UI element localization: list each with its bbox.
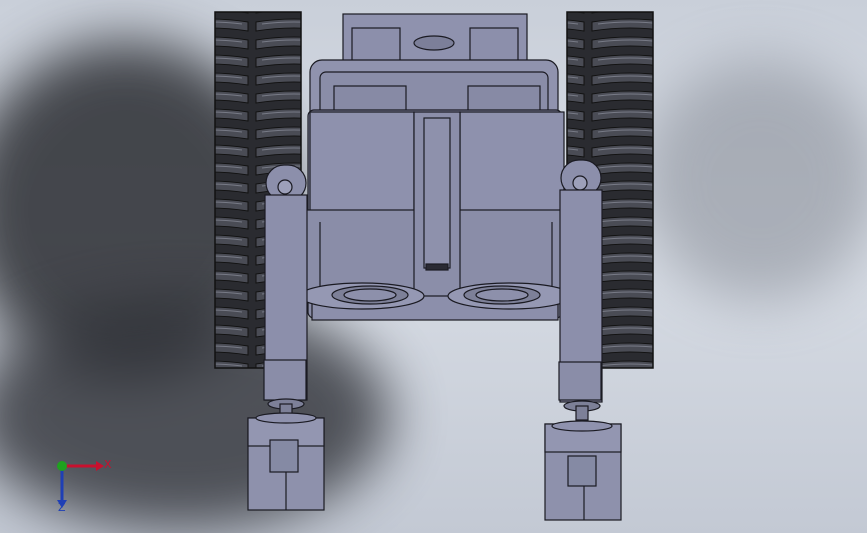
x-axis-head: [96, 461, 104, 471]
left-pulley: [299, 282, 425, 310]
robot-model[interactable]: [0, 0, 867, 533]
chassis: [299, 13, 573, 321]
cad-viewport[interactable]: X Z: [0, 0, 867, 533]
z-axis-label: Z: [58, 501, 66, 514]
right-pulley: [447, 282, 573, 310]
y-axis-dot: [57, 461, 67, 471]
axis-triad: X Z: [50, 452, 120, 516]
x-axis-label: X: [104, 458, 112, 471]
